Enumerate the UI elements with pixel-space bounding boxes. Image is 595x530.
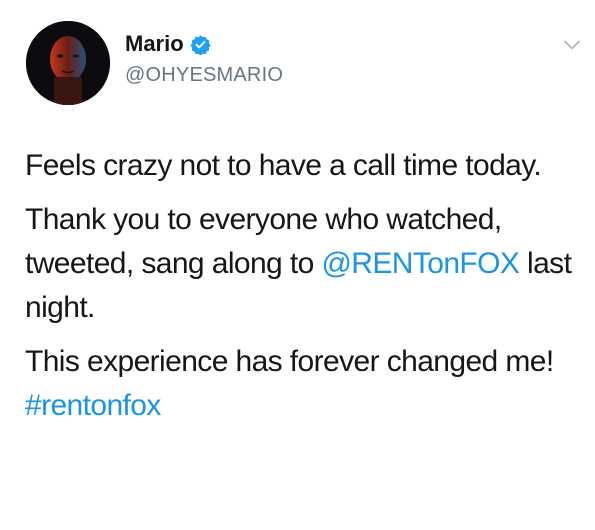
chevron-down-icon[interactable] (562, 38, 582, 52)
hashtag-link[interactable]: #rentonfox (25, 389, 161, 422)
display-name[interactable]: Mario (125, 31, 184, 57)
tweet-text-segment: This experience has forever changed me! (25, 345, 554, 378)
avatar[interactable] (26, 21, 110, 105)
verified-badge-icon (190, 34, 211, 56)
author-name-row: Mario (125, 31, 211, 57)
tweet-paragraph-2: Thank you to everyone who watched, tweet… (25, 198, 585, 330)
tweet-text: Feels crazy not to have a call time toda… (25, 144, 585, 438)
tweet-paragraph-3: This experience has forever changed me! … (25, 340, 585, 428)
tweet-paragraph-1: Feels crazy not to have a call time toda… (25, 149, 542, 182)
tweet-card: Mario @OHYESMARIO Feels crazy not to hav… (0, 0, 595, 530)
mention-link[interactable]: @RENTonFOX (321, 247, 519, 280)
user-handle[interactable]: @OHYESMARIO (125, 63, 283, 87)
